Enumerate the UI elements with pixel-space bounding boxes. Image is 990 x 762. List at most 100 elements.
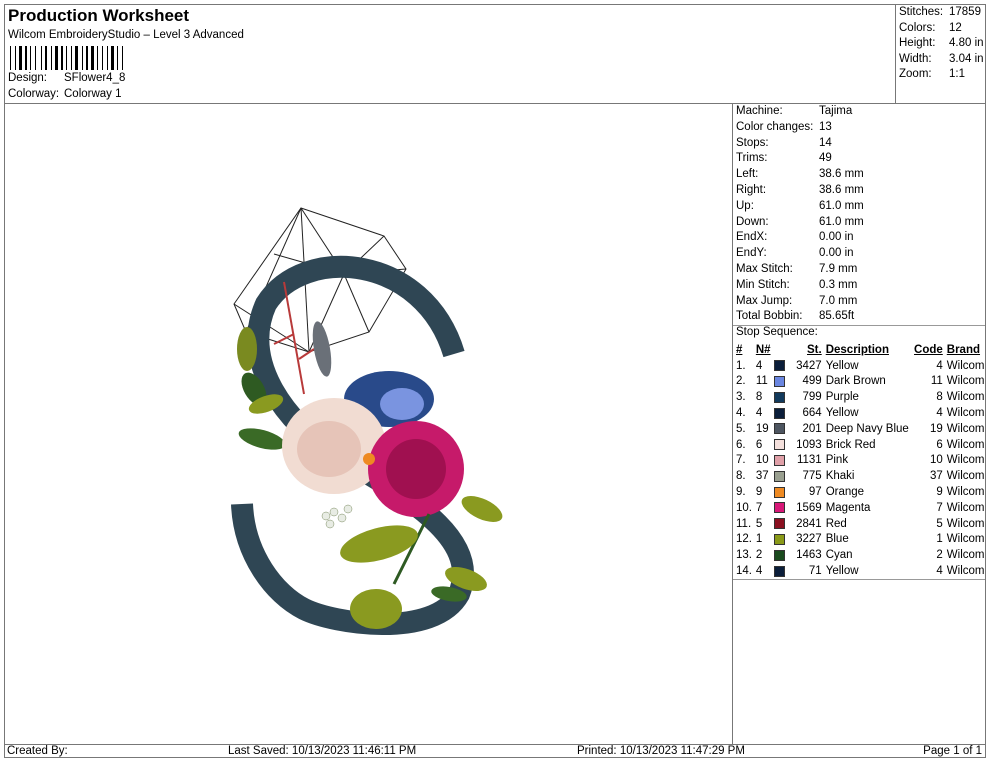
row-description: Purple <box>825 391 859 404</box>
row-description: Red <box>825 517 847 530</box>
property-value: 85.65ft <box>819 310 855 323</box>
property-label: Machine: <box>736 105 783 117</box>
blue-flower-center <box>380 388 424 420</box>
row-description: Pink <box>825 454 849 467</box>
row-brand: Wilcom <box>946 438 985 451</box>
row-stitches: 1093 <box>796 438 822 451</box>
row-swatch-cell <box>773 453 787 469</box>
property-row: Right: 38.6 mm <box>736 184 864 200</box>
row-code: 10 <box>929 454 943 467</box>
magenta-rose-center <box>386 439 446 499</box>
row-description: Khaki <box>825 470 855 483</box>
property-row: Min Stitch: 0.3 mm <box>736 279 857 295</box>
row-needle: 7 <box>755 501 763 514</box>
table-row: 9. 9 97 Orange 9 Wilcom <box>733 484 986 500</box>
property-label: EndX: <box>736 231 768 244</box>
row-index: 8. <box>736 470 746 483</box>
stop-sequence-heading: Stop Sequence: <box>736 326 818 338</box>
property-row: Up: 61.0 mm <box>736 200 864 216</box>
row-swatch-cell <box>773 563 787 579</box>
property-label: Color changes: <box>736 120 814 133</box>
worksheet-footer: Created By: Last Saved: 10/13/2023 11:46… <box>4 744 986 758</box>
color-swatch <box>773 454 785 466</box>
property-row: Color changes: 13 <box>736 121 832 137</box>
row-description: Yellow <box>825 407 859 420</box>
row-needle: 4 <box>755 565 763 578</box>
table-row: 14. 4 71 Yellow 4 Wilcom <box>733 563 986 579</box>
property-label: Down: <box>736 215 769 228</box>
row-index: 10. <box>736 501 752 514</box>
color-swatch <box>773 549 785 561</box>
row-stitches: 201 <box>802 422 822 435</box>
row-stitches: 2841 <box>796 517 822 530</box>
row-needle: 5 <box>755 517 763 530</box>
row-index: 5. <box>736 422 746 435</box>
color-swatch <box>773 470 785 482</box>
row-code: 1 <box>936 533 943 546</box>
cream-rose-center <box>297 421 361 477</box>
row-needle: 4 <box>755 407 763 420</box>
row-swatch-cell <box>773 389 787 405</box>
table-row: 3. 8 799 Purple 8 Wilcom <box>733 389 986 405</box>
row-index: 4. <box>736 407 746 420</box>
row-stitches: 1131 <box>796 454 822 467</box>
col-needle: N# <box>755 343 771 356</box>
row-brand: Wilcom <box>946 391 985 404</box>
row-index: 12. <box>736 533 752 546</box>
row-needle: 11 <box>755 375 768 388</box>
property-row: Left: 38.6 mm <box>736 168 864 184</box>
row-code: 5 <box>936 517 943 530</box>
property-row: Total Bobbin: 85.65ft <box>736 310 854 326</box>
property-value: 61.0 mm <box>819 215 864 228</box>
color-swatch <box>773 360 785 372</box>
worksheet-header: Production Worksheet Wilcom EmbroiderySt… <box>4 4 896 104</box>
row-needle: 19 <box>755 422 769 435</box>
col-index: # <box>736 343 743 356</box>
row-stitches: 664 <box>802 407 822 420</box>
property-value: 38.6 mm <box>819 168 864 181</box>
stat-row: Stitches: 17859 <box>899 6 981 22</box>
property-value: 7.0 mm <box>819 294 858 307</box>
row-brand: Wilcom <box>946 565 985 578</box>
stat-value: 1:1 <box>949 68 965 80</box>
row-brand: Wilcom <box>946 501 985 514</box>
row-code: 9 <box>936 486 943 499</box>
color-swatch <box>773 423 785 435</box>
page-number: Page 1 of 1 <box>923 745 982 757</box>
stat-label: Height: <box>899 37 936 49</box>
col-brand: Brand <box>946 343 981 356</box>
row-stitches: 1569 <box>796 501 822 514</box>
property-label: Stops: <box>736 136 769 149</box>
table-row: 2. 11 499 Dark Brown 11 Wilcom <box>733 374 986 390</box>
table-row: 10. 7 1569 Magenta 7 Wilcom <box>733 500 986 516</box>
color-swatch <box>773 391 785 403</box>
row-description: Yellow <box>825 359 859 372</box>
barcode-image <box>10 46 123 70</box>
property-row: Down: 61.0 mm <box>736 216 864 232</box>
last-saved: Last Saved: 10/13/2023 11:46:11 PM <box>228 745 417 757</box>
row-description: Yellow <box>825 565 859 578</box>
row-index: 13. <box>736 549 752 562</box>
stop-sequence-table: # N# St. Description Code Brand 1. 4 3427 Y… <box>733 342 986 579</box>
property-label: EndY: <box>736 247 767 260</box>
property-label: Total Bobbin: <box>736 310 803 323</box>
table-row: 13. 2 1463 Cyan 2 Wilcom <box>733 547 986 563</box>
color-swatch <box>773 565 785 577</box>
property-row: Max Jump: 7.0 mm <box>736 295 857 311</box>
col-swatch <box>774 342 787 358</box>
color-swatch <box>773 407 785 419</box>
row-swatch-cell <box>773 437 787 453</box>
table-row: 11. 5 2841 Red 5 Wilcom <box>733 516 986 532</box>
row-stitches: 3227 <box>796 533 822 546</box>
stat-label: Zoom: <box>899 68 932 80</box>
property-value: 14 <box>819 136 832 149</box>
stat-label: Width: <box>899 52 932 65</box>
row-brand: Wilcom <box>946 549 985 562</box>
row-index: 2. <box>736 375 746 388</box>
property-row: Max Stitch: 7.9 mm <box>736 263 857 279</box>
table-row: 6. 6 1093 Brick Red 6 Wilcom <box>733 437 986 453</box>
col-stitches: St. <box>807 343 822 356</box>
row-swatch-cell <box>773 405 787 421</box>
colorway-row: Colorway: Colorway 1 <box>8 88 122 100</box>
design-name: SFlower4_8 <box>64 72 126 84</box>
